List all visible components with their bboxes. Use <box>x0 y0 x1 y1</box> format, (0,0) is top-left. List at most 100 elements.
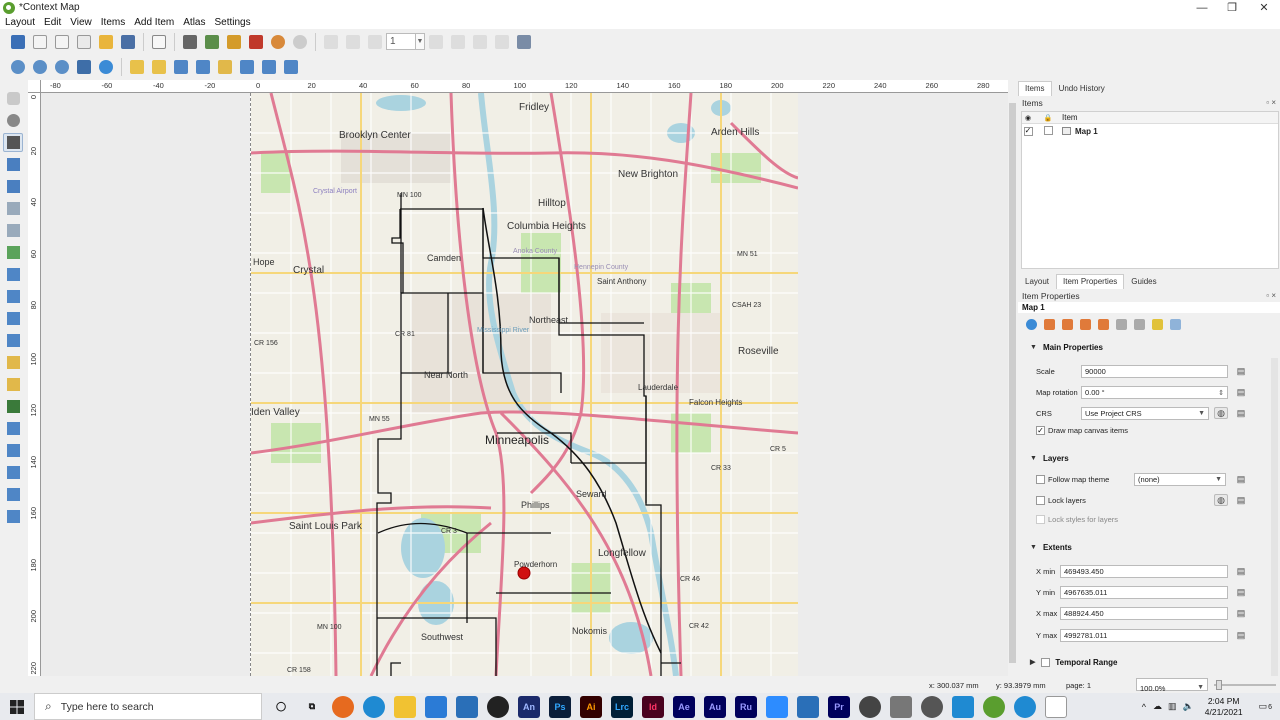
menu-layout[interactable]: Layout <box>5 17 35 28</box>
edge-icon[interactable] <box>363 695 385 718</box>
data-defined-icon[interactable]: ▤ <box>1234 365 1248 377</box>
onedrive-icon[interactable]: ☁ <box>1153 701 1162 712</box>
move-content-icon[interactable] <box>3 155 23 174</box>
task-view-icon[interactable]: ⧉ <box>301 696 323 718</box>
calculator-icon[interactable] <box>797 695 819 718</box>
lock-styles-checkbox[interactable] <box>1036 515 1045 524</box>
atlas-settings-icon[interactable] <box>515 32 534 51</box>
zoom-out-icon[interactable] <box>31 58 50 77</box>
undo-icon[interactable] <box>269 32 288 51</box>
photoshop-icon[interactable]: Ps <box>549 695 571 718</box>
notification-icon[interactable]: ▭6 <box>1259 701 1272 712</box>
add-polyline-icon[interactable] <box>3 441 23 460</box>
distribute-items-icon[interactable] <box>260 58 279 77</box>
menu-atlas[interactable]: Atlas <box>183 17 205 28</box>
zoom-in-icon[interactable] <box>9 58 28 77</box>
lightroom-icon[interactable]: Lrc <box>611 695 633 718</box>
add-attribute-table-icon[interactable] <box>3 485 23 504</box>
last-feature-icon[interactable] <box>449 32 468 51</box>
store-icon[interactable] <box>425 695 447 718</box>
add-marker-icon[interactable] <box>3 375 23 394</box>
crs-select[interactable]: Use Project CRS ▼ <box>1081 407 1209 420</box>
windows-start-icon[interactable] <box>0 693 34 720</box>
first-feature-icon[interactable] <box>344 32 363 51</box>
app-icon[interactable] <box>1014 695 1036 718</box>
map-item[interactable]: Fridley Brooklyn Center Arden Hills Crys… <box>251 93 798 676</box>
visibility-checkbox[interactable]: ✓ <box>1023 126 1033 136</box>
table-row[interactable]: ✓ Map 1 <box>1022 124 1278 138</box>
audition-icon[interactable]: Au <box>704 695 726 718</box>
add-label-icon[interactable] <box>3 265 23 284</box>
add-pages-icon[interactable] <box>150 32 169 51</box>
items-tree[interactable]: ◉ 🔒 Item ✓ Map 1 <box>1021 111 1279 269</box>
chevron-down-icon[interactable]: ▼ <box>416 33 425 50</box>
add-legend-icon[interactable] <box>3 287 23 306</box>
atlas-page-input[interactable]: 1 <box>386 33 416 50</box>
clip-icon[interactable] <box>1152 318 1163 330</box>
set-extent-icon[interactable] <box>1044 318 1055 330</box>
scale-input[interactable]: 90000 <box>1081 365 1228 378</box>
temporal-range-section[interactable]: ▶ Temporal Range <box>1018 655 1117 669</box>
lock-checkbox[interactable] <box>1043 125 1053 135</box>
lock-layers-checkbox[interactable] <box>1036 496 1045 505</box>
map-theme-select[interactable]: (none) ▼ <box>1134 473 1226 486</box>
layout-manager-icon[interactable] <box>75 32 94 51</box>
premiere-icon[interactable]: Pr <box>828 695 850 718</box>
bookmarks-icon[interactable] <box>1116 318 1127 330</box>
rush-icon[interactable]: Ru <box>735 695 757 718</box>
view-extent-icon[interactable] <box>1062 318 1073 330</box>
layout-canvas[interactable]: Fridley Brooklyn Center Arden Hills Crys… <box>41 93 1008 676</box>
zoom-actual-icon[interactable] <box>53 58 72 77</box>
raise-items-icon[interactable] <box>216 58 235 77</box>
export-image-icon[interactable] <box>203 32 222 51</box>
next-feature-icon[interactable] <box>427 32 446 51</box>
draw-canvas-checkbox[interactable]: ✓ <box>1036 426 1045 435</box>
save-template-icon[interactable] <box>119 32 138 51</box>
maps-icon[interactable] <box>487 695 509 718</box>
layout-page[interactable]: Fridley Brooklyn Center Arden Hills Crys… <box>250 93 798 676</box>
data-defined-icon[interactable]: ▤ <box>1234 386 1248 398</box>
taskbar-search-box[interactable]: ⌕ Type here to search <box>34 693 262 720</box>
illustrator-icon[interactable]: Ai <box>580 695 602 718</box>
panel-close-icon[interactable]: ▫ × <box>1266 291 1276 300</box>
unlock-items-icon[interactable] <box>150 58 169 77</box>
edit-nodes-icon[interactable] <box>3 177 23 196</box>
clock[interactable]: 2:04 PM 4/21/2021 <box>1205 696 1243 718</box>
main-properties-section[interactable]: ▼ Main Properties <box>1018 340 1103 354</box>
minimize-button[interactable]: — <box>1186 0 1218 15</box>
globe-icon[interactable]: ◍ <box>1214 407 1228 419</box>
tab-guides[interactable]: Guides <box>1124 274 1163 289</box>
add-north-arrow-icon[interactable] <box>3 331 23 350</box>
extents-section[interactable]: ▼ Extents <box>1018 540 1072 554</box>
menu-settings[interactable]: Settings <box>214 17 250 28</box>
settings-icon[interactable]: ◍ <box>1214 494 1228 506</box>
lock-items-icon[interactable] <box>128 58 147 77</box>
duplicate-layout-icon[interactable] <box>53 32 72 51</box>
tab-item-properties[interactable]: Item Properties <box>1056 274 1125 289</box>
add-polygon-icon[interactable] <box>3 419 23 438</box>
zoom-select[interactable]: 100.0% ▼ <box>1136 678 1208 693</box>
file-explorer-icon[interactable] <box>394 695 416 718</box>
export-svg-icon[interactable] <box>225 32 244 51</box>
data-defined-icon[interactable]: ▤ <box>1234 629 1248 641</box>
set-scale-icon[interactable] <box>1080 318 1091 330</box>
maximize-button[interactable]: ❐ <box>1216 0 1248 15</box>
after-effects-icon[interactable]: Ae <box>673 695 695 718</box>
save-icon[interactable] <box>9 32 28 51</box>
menu-view[interactable]: View <box>70 17 92 28</box>
cortana-icon[interactable]: ◯ <box>270 696 292 718</box>
tab-layout[interactable]: Layout <box>1018 274 1056 289</box>
pan-icon[interactable] <box>3 89 23 108</box>
redo-icon[interactable] <box>291 32 310 51</box>
add-3d-map-icon[interactable] <box>3 221 23 240</box>
menu-add-item[interactable]: Add Item <box>134 17 174 28</box>
chevron-up-icon[interactable]: ^ <box>1142 702 1146 712</box>
snip-icon[interactable] <box>952 695 974 718</box>
data-defined-icon[interactable]: ▤ <box>1234 494 1248 506</box>
view-scale-icon[interactable] <box>1098 318 1109 330</box>
zoom-tool-icon[interactable] <box>3 111 23 130</box>
select-move-icon[interactable] <box>3 133 23 152</box>
firefox-icon[interactable] <box>332 695 354 718</box>
volume-icon[interactable]: 🔈 <box>1183 701 1194 712</box>
data-defined-icon[interactable]: ▤ <box>1234 407 1248 419</box>
